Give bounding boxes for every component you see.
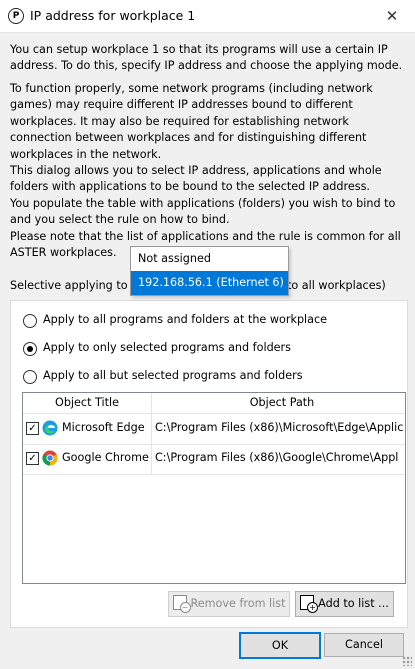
object-title: Google Chrome <box>62 451 149 464</box>
app-icon: P <box>8 8 24 24</box>
remove-from-list-button[interactable]: − Remove from list <box>168 591 290 617</box>
add-document-icon: + <box>300 595 319 613</box>
resize-grip-icon[interactable] <box>402 656 412 666</box>
ok-button[interactable]: OK <box>239 632 321 659</box>
table-row[interactable]: ✓ Google Chrome C:\Program Files (x86)\G… <box>23 444 405 475</box>
add-to-list-label: Add to list ... <box>318 597 389 610</box>
column-header-object-title[interactable]: Object Title <box>23 393 152 414</box>
selective-applying-label-suffix: to all workplaces) <box>287 279 386 292</box>
radio-label: Apply to only selected programs and fold… <box>43 341 291 354</box>
ip-address-dropdown-list[interactable]: Not assigned 192.168.56.1 (Ethernet 6) <box>130 246 289 296</box>
ip-option-not-assigned[interactable]: Not assigned <box>131 247 288 271</box>
object-path: C:\Program Files (x86)\Google\Chrome\App… <box>155 451 399 464</box>
ip-option-ethernet-6[interactable]: 192.168.56.1 (Ethernet 6) <box>131 271 288 295</box>
intro-paragraph-2: To function properly, some network progr… <box>10 82 401 260</box>
cancel-button[interactable]: Cancel <box>324 633 404 657</box>
remove-document-icon: − <box>172 595 191 613</box>
object-title: Microsoft Edge <box>62 421 145 434</box>
selective-applying-label: Selective applying to sp <box>10 279 145 292</box>
table-row[interactable]: ✓ Microsoft Edge C:\Program Files (x86)\… <box>23 414 405 445</box>
radio-label: Apply to all programs and folders at the… <box>43 313 328 326</box>
row-checkbox[interactable]: ✓ <box>26 452 39 465</box>
applying-mode-group: Apply to all programs and folders at the… <box>10 300 408 628</box>
add-to-list-button[interactable]: + Add to list ... <box>295 591 394 617</box>
radio-circle[interactable] <box>23 314 37 328</box>
radio-circle[interactable] <box>23 370 37 384</box>
cell-object-title: ✓ Google Chrome <box>23 444 152 474</box>
column-header-object-path[interactable]: Object Path <box>152 393 405 414</box>
cell-object-title: ✓ Microsoft Edge <box>23 414 152 444</box>
chrome-icon <box>42 450 58 466</box>
intro-paragraph-1: You can setup workplace 1 so that its pr… <box>10 43 403 73</box>
remove-from-list-label: Remove from list <box>190 597 286 610</box>
window-title: IP address for workplace 1 <box>30 8 196 23</box>
objects-table[interactable]: Object Title Object Path ✓ Microsoft Edg… <box>22 392 406 584</box>
radio-label: Apply to all but selected programs and f… <box>43 369 303 382</box>
edge-icon <box>42 420 58 436</box>
object-path: C:\Program Files (x86)\Microsoft\Edge\Ap… <box>155 421 404 434</box>
row-checkbox[interactable]: ✓ <box>26 422 39 435</box>
close-button[interactable]: ✕ <box>369 0 415 32</box>
title-bar: P IP address for workplace 1 ✕ <box>0 0 415 33</box>
radio-circle[interactable] <box>23 342 37 356</box>
